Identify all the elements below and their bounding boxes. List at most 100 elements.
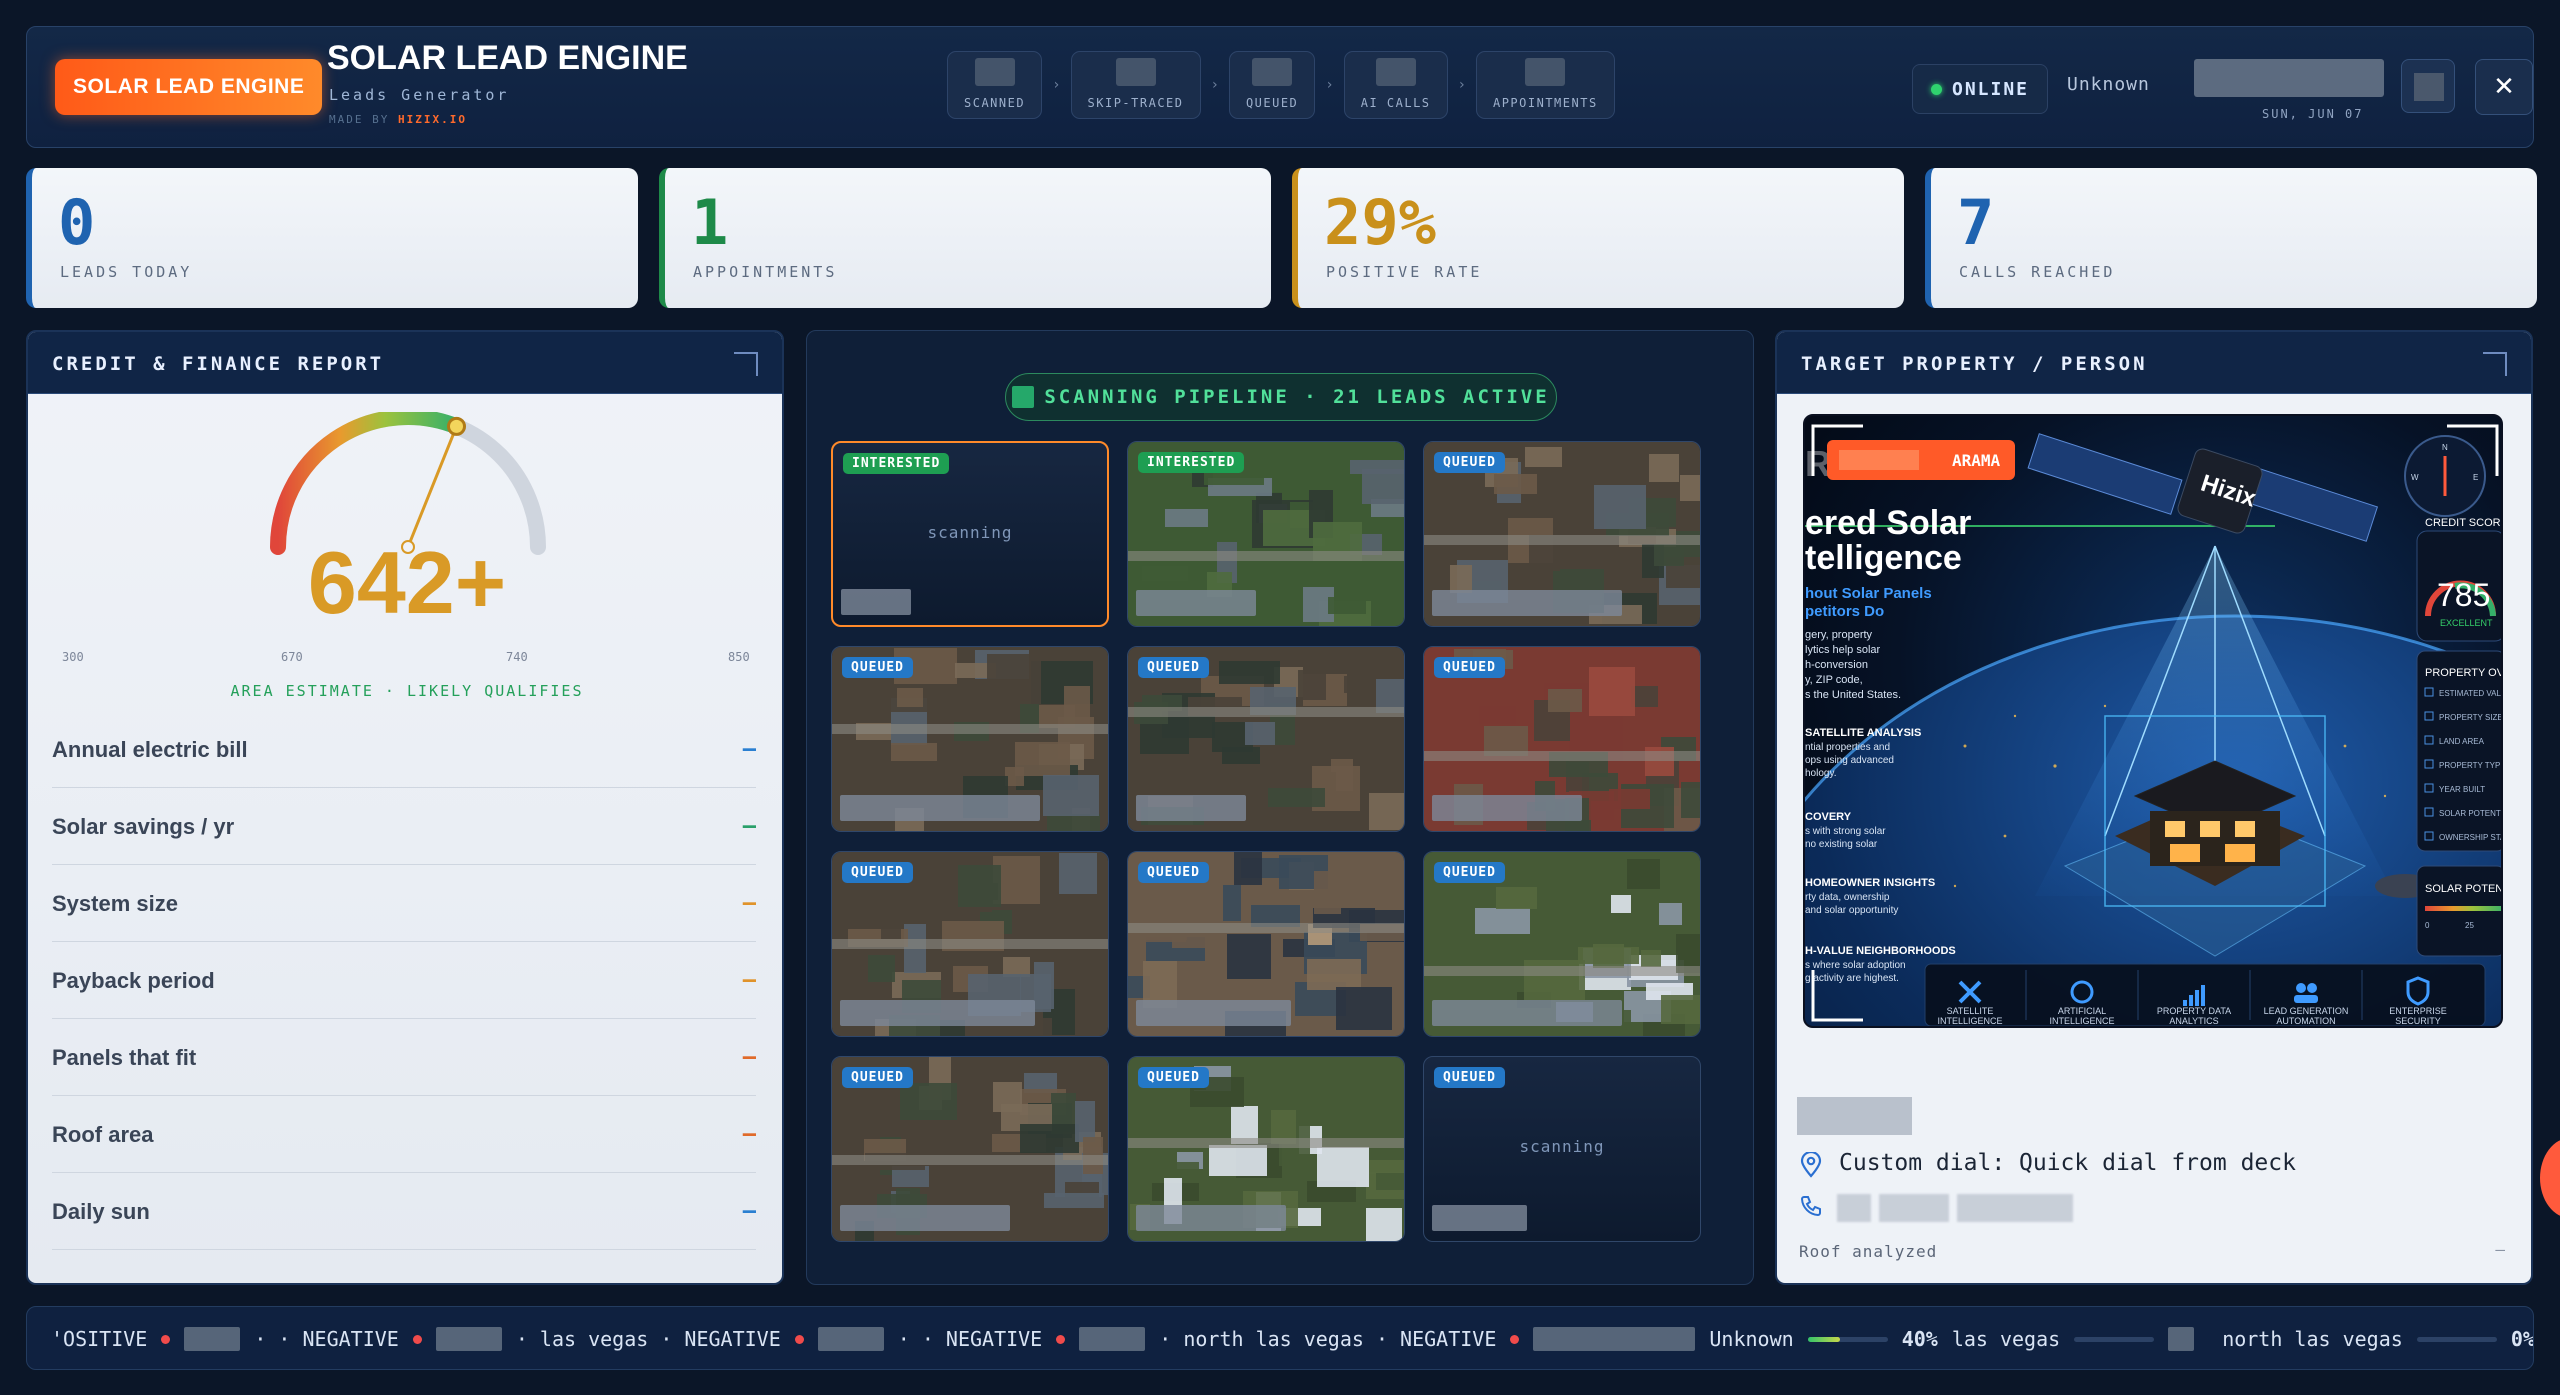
lead-tile[interactable]: QUEUED [1423,441,1701,627]
stat-value: 0 [58,186,96,259]
avatar-button[interactable] [2401,59,2455,113]
brand-badge[interactable]: SOLAR LEAD ENGINE [55,59,323,115]
pipeline-step-scanned[interactable]: SCANNED [947,51,1043,119]
step-label: AI CALLS [1360,96,1431,110]
credit-score-value: 642+ [307,533,507,632]
redacted-address [1432,1205,1527,1231]
lead-tile[interactable]: scanning INTERESTED [831,441,1109,627]
made-by: MADE BY HIZIX.IO [329,113,467,126]
step-chevron-icon: › [1325,77,1334,93]
redacted-phone-1 [1837,1194,1871,1222]
stat-card-calls-reached: 7 CALLS REACHED [1925,168,2537,308]
promo-credit-grade: EXCELLENT [2440,618,2493,628]
redacted-name [184,1327,241,1351]
promo-credit-value: 785 [2437,577,2490,613]
finance-row: Panels that fit — [52,1020,756,1096]
credit-panel: CREDIT & FINANCE REPORT 642+ 300 670 740… [26,330,784,1285]
ticker-entry: · las vegas · NEGATIVE [515,1327,781,1351]
phone-icon[interactable] [1799,1194,1823,1218]
gauge-tick-min: 300 [62,650,84,664]
redacted-name [435,1327,502,1351]
lead-status-badge: QUEUED [1434,452,1505,473]
city-progress-bar [1807,1336,1888,1342]
feature-label: ARTIFICIAL [2058,1006,2106,1016]
step-chevron-icon: › [1457,77,1466,93]
redacted-address [1797,1097,1912,1135]
promo-section-line: s where solar adoption [1805,960,1906,971]
finance-row: System size — [52,866,756,942]
top-header: SOLAR LEAD ENGINE SOLAR LEAD ENGINE Lead… [26,26,2534,148]
lead-status-badge: QUEUED [1434,862,1505,883]
promo-body-line: s the United States. [1805,689,1901,701]
step-label: SKIP-TRACED [1087,96,1184,110]
ticker-track: 'OSITIVE · · NEGATIVE · las vegas · NEGATI… [51,1307,2533,1369]
close-button[interactable]: ✕ [2475,59,2533,115]
svg-text:E: E [2473,473,2478,482]
svg-text:N: N [2442,443,2448,452]
pipeline-indicator-icon [1012,386,1035,408]
feature-label: SECURITY [2395,1016,2441,1026]
pipeline-status-pill: SCANNING PIPELINE · 21 LEADS ACTIVE [1005,373,1557,421]
step-count-redacted [1525,58,1566,86]
overview-item: SOLAR POTENTI [2439,809,2503,818]
ticker-entry: · north las vegas · NEGATIVE [1159,1327,1497,1351]
overview-item: PROPERTY TYPE [2439,761,2503,770]
redacted-name [1533,1327,1696,1351]
promo-body-line: y, ZIP code, [1805,674,1863,686]
status-text: ONLINE [1951,78,2030,100]
finance-row-value: — [742,891,756,916]
lead-tile[interactable]: QUEUED [1423,851,1701,1037]
promo-section-line: ops using advanced [1805,755,1894,766]
app-title: SOLAR LEAD ENGINE [327,39,688,77]
lead-tile[interactable]: QUEUED [831,1056,1109,1242]
promo-section-title: HOMEOWNER INSIGHTS [1805,877,1935,889]
stat-value: 7 [1957,186,1995,259]
custom-dial-text: Custom dial: Quick dial from deck [1839,1150,2296,1176]
redacted-phone-2 [1879,1194,1949,1222]
lead-status-badge: QUEUED [1138,862,1209,883]
redacted-address [840,1000,1035,1026]
scanning-text: scanning [1519,1137,1605,1156]
city-percent: 40% [1901,1327,1938,1351]
stat-card-positive-rate: 29% POSITIVE RATE [1292,168,1904,308]
feature-label: ANALYTICS [2169,1016,2218,1026]
step-count-redacted [974,58,1015,86]
pipeline-step-queued[interactable]: QUEUED [1228,51,1316,119]
overview-item: LAND AREA [2439,737,2485,746]
stat-card-appointments: 1 APPOINTMENTS [659,168,1271,308]
lead-tile[interactable]: scanning QUEUED [1423,1056,1701,1242]
redacted-address [840,795,1040,821]
pipeline-step-ai-calls[interactable]: AI CALLS [1343,51,1448,119]
finance-row: Payback period — [52,943,756,1019]
lead-status-badge: QUEUED [1434,1067,1505,1088]
finance-row: Solar savings / yr — [52,789,756,865]
expand-corner-icon[interactable] [2483,352,2507,376]
finance-row-value: — [742,1199,756,1224]
redacted-address [1432,1000,1622,1026]
promo-credit-label: CREDIT SCORE [2425,517,2503,529]
floating-action-bubble[interactable] [2540,1138,2560,1218]
pipeline-step-skip-traced[interactable]: SKIP-TRACED [1070,51,1201,119]
credit-panel-header: CREDIT & FINANCE REPORT [28,332,782,394]
pipeline-panel: SCANNING PIPELINE · 21 LEADS ACTIVE scan… [806,330,1754,1285]
expand-corner-icon[interactable] [734,352,758,376]
pipeline-step-appointments[interactable]: APPOINTMENTS [1475,51,1615,119]
finance-row: Roof area — [52,1097,756,1173]
lead-tile[interactable]: QUEUED [831,851,1109,1037]
lead-tile[interactable]: QUEUED [1423,646,1701,832]
step-chevron-icon: › [1210,77,1219,93]
city-name: Unknown [1709,1327,1794,1351]
lead-tile[interactable]: QUEUED [1127,646,1405,832]
made-by-link[interactable]: HIZIX.IO [398,113,467,126]
lead-tile[interactable]: QUEUED [1127,1056,1405,1242]
redacted-address [1432,795,1582,821]
lead-tile[interactable]: QUEUED [1127,851,1405,1037]
made-by-prefix: MADE BY [329,113,390,126]
pipeline-title: SCANNING PIPELINE · 21 LEADS ACTIVE [1044,386,1550,408]
status-badge: ONLINE [1912,64,2048,114]
feature-label: SATELLITE [1947,1006,1994,1016]
lead-tile[interactable]: INTERESTED [1127,441,1405,627]
lead-tile[interactable]: QUEUED [831,646,1109,832]
city-name: north las vegas [2222,1327,2403,1351]
promo-section-line: g activity are highest. [1805,973,1899,984]
